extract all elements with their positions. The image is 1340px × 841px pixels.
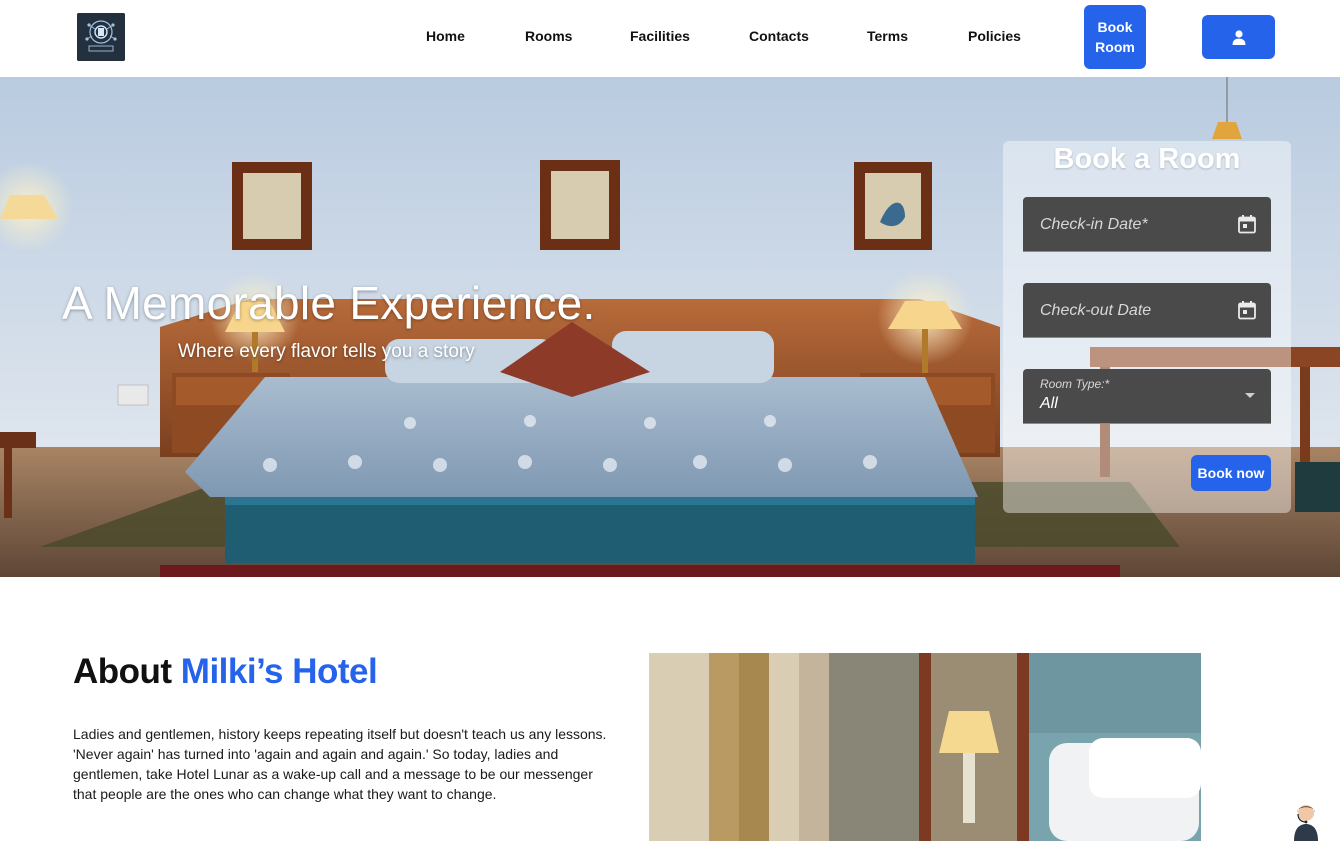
- nav-link-contacts[interactable]: Contacts: [749, 27, 809, 45]
- support-agent-icon: [1294, 805, 1318, 841]
- support-chat-widget[interactable]: [1290, 800, 1322, 841]
- hotel-logo[interactable]: [77, 13, 125, 61]
- room-type-select[interactable]: Room Type:* All: [1023, 369, 1271, 424]
- calendar-icon[interactable]: [1237, 300, 1257, 320]
- hero-subtitle: Where every flavor tells you a story: [178, 341, 475, 362]
- hero-title: A Memorable Experience.: [62, 277, 596, 329]
- checkout-date-field[interactable]: Check-out Date: [1023, 283, 1271, 338]
- calendar-icon[interactable]: [1237, 214, 1257, 234]
- chevron-down-icon: [1245, 393, 1255, 398]
- room-type-value: All: [1040, 395, 1058, 412]
- nav-link-rooms[interactable]: Rooms: [525, 27, 572, 45]
- about-room-photo: [649, 653, 1201, 841]
- book-room-button[interactable]: Book Room: [1084, 5, 1146, 69]
- logo-emblem-icon: [77, 13, 125, 61]
- about-title-hotel-name: Milki’s Hotel: [180, 652, 378, 691]
- booking-form-title: Book a Room: [1053, 143, 1241, 175]
- hero-banner: A Memorable Experience. Where every flav…: [0, 77, 1340, 577]
- about-description: Ladies and gentlemen, history keeps repe…: [73, 726, 607, 802]
- checkout-date-placeholder: Check-out Date: [1040, 302, 1152, 319]
- checkin-date-field[interactable]: Check-in Date*: [1023, 197, 1271, 252]
- user-account-button[interactable]: [1202, 15, 1275, 59]
- nav-link-policies[interactable]: Policies: [968, 27, 1021, 45]
- about-title: About Milki’s Hotel: [73, 652, 378, 692]
- nav-link-facilities[interactable]: Facilities: [630, 27, 690, 45]
- about-title-prefix: About: [73, 652, 181, 691]
- nav-link-terms[interactable]: Terms: [867, 27, 908, 45]
- nav-link-home[interactable]: Home: [426, 27, 465, 45]
- user-icon: [1232, 29, 1245, 45]
- room-type-label: Room Type:*: [1040, 377, 1110, 391]
- navbar: Home Rooms Facilities Contacts Terms Pol…: [0, 0, 1340, 77]
- checkin-date-placeholder: Check-in Date*: [1040, 216, 1148, 233]
- book-now-button[interactable]: Book now: [1191, 455, 1271, 491]
- booking-form: Book a Room Check-in Date* Check-out Dat…: [1003, 141, 1291, 513]
- hotel-room-image: [649, 653, 1201, 841]
